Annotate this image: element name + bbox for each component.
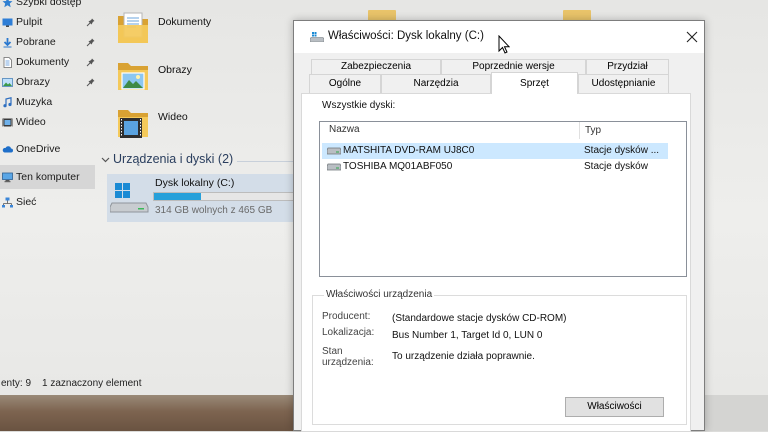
- drive-icon: [327, 147, 341, 155]
- devices-section-title: Urządzenia i dyski (2): [113, 152, 234, 166]
- tab-general[interactable]: Ogólne: [309, 74, 381, 93]
- device-status-label: Stan urządzenia:: [322, 346, 374, 368]
- properties-button[interactable]: Właściwości: [565, 397, 664, 417]
- device-properties-title: Właściwości urządzenia: [324, 289, 435, 300]
- status-selection: 1 zaznaczony element: [42, 378, 142, 389]
- pin-icon: [86, 18, 95, 27]
- disk-name: MATSHITA DVD-RAM UJ8C0: [343, 145, 475, 156]
- sidebar-item-quick-access[interactable]: Szybki dostęp: [0, 0, 95, 10]
- drive-usage-bar: [153, 192, 303, 201]
- pictures-folder-icon: [118, 63, 148, 90]
- folder-item-pictures[interactable]: Obrazy: [116, 57, 286, 97]
- sidebar-item-music[interactable]: Muzyka: [0, 94, 95, 110]
- all-disks-label: Wszystkie dyski:: [322, 100, 396, 111]
- sidebar-item-label: Sieć: [16, 196, 37, 208]
- sidebar-item-network[interactable]: Sieć: [0, 194, 95, 210]
- sidebar-item-label: Muzyka: [16, 96, 53, 108]
- location-label: Lokalizacja:: [322, 327, 375, 338]
- windows-drive-icon: [110, 183, 149, 213]
- disk-name: TOSHIBA MQ01ABF050: [343, 161, 453, 172]
- sidebar-item-label: Pobrane: [16, 36, 56, 48]
- sidebar-item-this-pc[interactable]: Ten komputer: [0, 165, 95, 189]
- devices-section-header[interactable]: Urządzenia i dyski (2): [101, 152, 293, 168]
- sidebar-item-documents[interactable]: Dokumenty: [0, 54, 95, 70]
- music-icon: [2, 96, 13, 108]
- folder-item-videos[interactable]: Wideo: [116, 104, 286, 144]
- drive-item-c[interactable]: Dysk lokalny (C:) 314 GB wolnych z 465 G…: [107, 174, 307, 222]
- tab-tools[interactable]: Narzędzia: [381, 74, 491, 93]
- sidebar-item-label: Dokumenty: [16, 56, 70, 68]
- download-icon: [2, 37, 13, 48]
- device-status-value: To urządzenie działa poprawnie.: [392, 351, 535, 362]
- pin-icon: [86, 78, 95, 87]
- pin-icon: [86, 38, 95, 47]
- manufacturer-label: Producent:: [322, 311, 371, 322]
- videos-folder-icon: [118, 110, 148, 138]
- disk-type: Stacje dysków: [584, 161, 648, 172]
- pin-icon: [86, 58, 95, 67]
- column-header-name[interactable]: Nazwa: [329, 124, 360, 135]
- sidebar-item-onedrive[interactable]: OneDrive: [0, 141, 95, 157]
- folder-label: Wideo: [158, 111, 188, 123]
- folder-item-documents[interactable]: Dokumenty: [116, 10, 286, 50]
- dialog-title: Właściwości: Dysk lokalny (C:): [328, 30, 484, 42]
- desktop-icon: [2, 17, 13, 28]
- videos-icon: [2, 117, 13, 128]
- list-item[interactable]: MATSHITA DVD-RAM UJ8C0 Stacje dysków ...: [322, 143, 668, 159]
- tab-quota[interactable]: Przydział: [586, 59, 669, 74]
- onedrive-icon: [2, 144, 13, 155]
- screen-edge: [705, 395, 768, 431]
- tab-security[interactable]: Zabezpieczenia: [311, 59, 441, 74]
- network-icon: [2, 197, 13, 208]
- sidebar-item-videos[interactable]: Wideo: [0, 114, 95, 130]
- sidebar-item-label: Wideo: [16, 116, 46, 128]
- sidebar-item-label: Obrazy: [16, 76, 50, 88]
- disk-type: Stacje dysków ...: [584, 145, 660, 156]
- documents-icon: [2, 56, 13, 68]
- hardware-tab-panel: Wszystkie dyski: Nazwa Typ MATSHITA DVD-…: [301, 93, 691, 432]
- desk-background: [0, 395, 293, 431]
- sidebar-item-label: Szybki dostęp: [16, 0, 82, 8]
- drive-label: Dysk lokalny (C:): [155, 177, 235, 189]
- location-value: Bus Number 1, Target Id 0, LUN 0: [392, 330, 543, 341]
- tab-sharing[interactable]: Udostępnianie: [578, 74, 669, 93]
- folder-label: Dokumenty: [158, 16, 212, 28]
- tab-hardware[interactable]: Sprzęt: [491, 72, 578, 94]
- mouse-cursor-icon: [498, 35, 510, 54]
- sidebar-item-pictures[interactable]: Obrazy: [0, 74, 95, 90]
- drive-icon: [310, 32, 324, 42]
- list-item[interactable]: TOSHIBA MQ01ABF050 Stacje dysków: [322, 159, 668, 175]
- sidebar-item-desktop[interactable]: Pulpit: [0, 14, 95, 30]
- documents-folder-icon: [118, 12, 148, 43]
- status-item-count: enty: 9: [1, 378, 32, 389]
- drive-free-space: 314 GB wolnych z 465 GB: [155, 205, 273, 216]
- disks-list[interactable]: Nazwa Typ MATSHITA DVD-RAM UJ8C0 Stacje …: [319, 121, 687, 277]
- this-pc-icon: [2, 172, 13, 183]
- manufacturer-value: (Standardowe stacje dysków CD-ROM): [392, 313, 567, 324]
- drive-usage-bar-fill: [154, 193, 202, 200]
- section-divider: [237, 161, 293, 162]
- properties-dialog: Właściwości: Dysk lokalny (C:) Zabezpiec…: [293, 20, 705, 432]
- pictures-icon: [2, 77, 13, 88]
- column-divider[interactable]: [579, 122, 580, 139]
- folder-label: Obrazy: [158, 64, 192, 76]
- column-header-type[interactable]: Typ: [585, 125, 601, 136]
- chevron-down-icon: [101, 157, 110, 163]
- close-icon[interactable]: [686, 31, 698, 43]
- sidebar-item-label: Pulpit: [16, 16, 43, 28]
- sidebar-item-downloads[interactable]: Pobrane: [0, 34, 95, 50]
- drive-icon: [327, 163, 341, 171]
- sidebar-item-label: Ten komputer: [16, 171, 80, 183]
- star-icon: [2, 0, 13, 8]
- sidebar-item-label: OneDrive: [16, 143, 61, 155]
